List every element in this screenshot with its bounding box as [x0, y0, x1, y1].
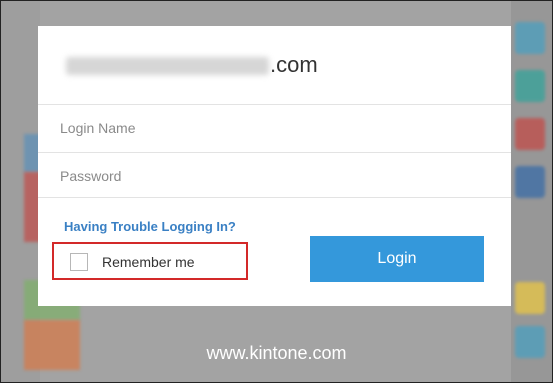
- remember-me-highlight[interactable]: Remember me: [52, 242, 248, 280]
- trouble-logging-in-link[interactable]: Having Trouble Logging In?: [64, 219, 236, 234]
- remember-me-label[interactable]: Remember me: [102, 254, 195, 270]
- password-input[interactable]: [58, 153, 502, 199]
- login-dialog: .com Having Trouble Logging In? Remember…: [38, 26, 511, 306]
- background-icon: [515, 118, 545, 150]
- login-button[interactable]: Login: [310, 236, 484, 282]
- remember-me-checkbox[interactable]: [70, 253, 88, 271]
- domain-suffix: .com: [270, 52, 318, 77]
- login-name-input[interactable]: [58, 105, 502, 151]
- background-icon: [515, 166, 545, 198]
- background-icon: [515, 282, 545, 314]
- background-icon: [515, 70, 545, 102]
- password-field: [38, 152, 511, 199]
- background-icon: [515, 22, 545, 54]
- domain-title: .com: [66, 52, 318, 78]
- site-url: www.kintone.com: [206, 343, 347, 363]
- redacted-subdomain: [66, 57, 269, 76]
- login-name-field: [38, 104, 511, 151]
